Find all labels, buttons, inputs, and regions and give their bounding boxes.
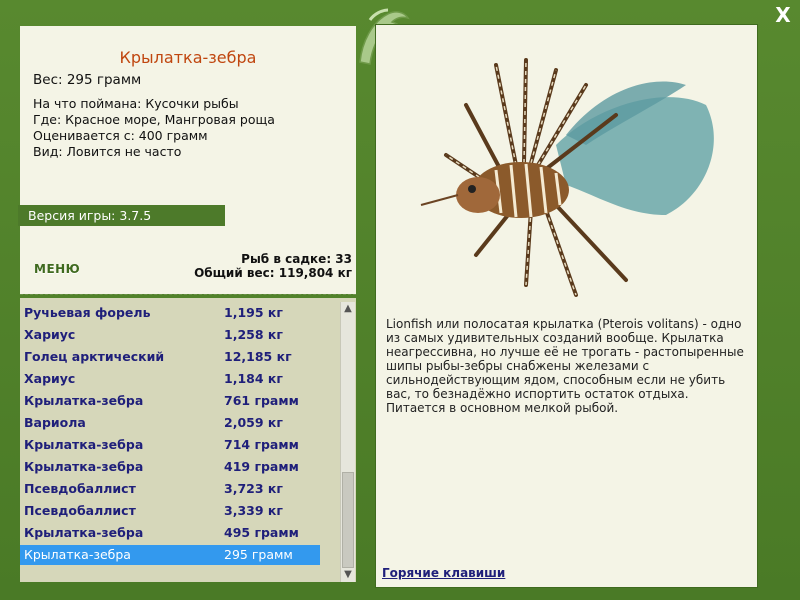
list-item[interactable]: Крылатка-зебра 495 грамм xyxy=(20,523,320,543)
divider xyxy=(20,294,356,295)
list-item[interactable]: Псевдобаллист 3,723 кг xyxy=(20,479,320,499)
list-item-weight: 1,258 кг xyxy=(224,327,283,342)
list-item-name: Хариус xyxy=(24,371,76,386)
fish-rarity: Вид: Ловится не часто xyxy=(33,144,182,159)
total-weight: Общий вес: 119,804 кг xyxy=(194,266,352,280)
fish-location: Где: Красное море, Мангровая роща xyxy=(33,112,275,127)
list-item-weight: 761 грамм xyxy=(224,393,299,408)
list-item-name: Псевдобаллист xyxy=(24,503,136,518)
list-item-weight: 1,184 кг xyxy=(224,371,283,386)
list-item-weight: 495 грамм xyxy=(224,525,299,540)
fish-description: Lionfish или полосатая крылатка (Pterois… xyxy=(386,317,744,415)
list-item[interactable]: Крылатка-зебра 714 грамм xyxy=(20,435,320,455)
list-item-weight: 3,339 кг xyxy=(224,503,283,518)
list-item[interactable]: Крылатка-зебра 295 грамм xyxy=(20,545,320,565)
list-item[interactable]: Хариус 1,184 кг xyxy=(20,369,320,389)
list-item-weight: 1,195 кг xyxy=(224,305,283,320)
list-item[interactable]: Ручьевая форель 1,195 кг xyxy=(20,303,320,323)
fish-valuation: Оценивается с: 400 грамм xyxy=(33,128,208,143)
list-item-name: Крылатка-зебра xyxy=(24,459,144,474)
catch-list[interactable]: Ручьевая форель 1,195 кг Хариус 1,258 кг Гол… xyxy=(20,298,356,582)
hotkeys-link[interactable]: Горячие клавиши xyxy=(382,566,505,580)
fish-detail-panel: Lionfish или полосатая крылатка (Pterois… xyxy=(375,24,758,588)
close-icon: X xyxy=(775,3,791,27)
game-version-bar: Версия игры: 3.7.5 xyxy=(18,205,225,226)
chevron-up-icon[interactable]: ▲ xyxy=(341,302,355,316)
keepnet-stats: Рыб в садке: 33 Общий вес: 119,804 кг xyxy=(194,252,352,280)
list-item-name: Голец арктический xyxy=(24,349,165,364)
fish-weight: Вес: 295 грамм xyxy=(33,72,142,88)
list-item-name: Крылатка-зебра xyxy=(24,437,144,452)
list-item-name: Вариола xyxy=(24,415,86,430)
list-item-name: Псевдобаллист xyxy=(24,481,136,496)
close-button[interactable]: X xyxy=(772,4,794,26)
lionfish-image xyxy=(420,58,714,297)
chevron-down-icon[interactable]: ▼ xyxy=(341,568,355,582)
list-scrollbar[interactable]: ▲ ▼ xyxy=(340,302,355,582)
list-item-weight: 3,723 кг xyxy=(224,481,283,496)
menu-button[interactable]: МЕНЮ xyxy=(34,262,80,276)
fish-title: Крылатка-зебра xyxy=(119,48,257,67)
fish-count: Рыб в садке: 33 xyxy=(241,252,352,266)
list-item-weight: 2,059 кг xyxy=(224,415,283,430)
list-item-weight: 419 грамм xyxy=(224,459,299,474)
list-item-weight: 714 грамм xyxy=(224,437,299,452)
list-item[interactable]: Крылатка-зебра 419 грамм xyxy=(20,457,320,477)
list-item[interactable]: Голец арктический 12,185 кг xyxy=(20,347,320,367)
fish-bait: На что поймана: Кусочки рыбы xyxy=(33,96,239,111)
list-item-weight: 295 грамм xyxy=(224,547,293,562)
scroll-thumb[interactable] xyxy=(342,472,354,568)
list-item[interactable]: Вариола 2,059 кг xyxy=(20,413,320,433)
list-item[interactable]: Крылатка-зебра 761 грамм xyxy=(20,391,320,411)
list-item-weight: 12,185 кг xyxy=(224,349,292,364)
list-item-name: Ручьевая форель xyxy=(24,305,151,320)
list-item[interactable]: Псевдобаллист 3,339 кг xyxy=(20,501,320,521)
list-item-name: Крылатка-зебра xyxy=(24,393,144,408)
list-item-name: Крылатка-зебра xyxy=(24,525,144,540)
list-item-name: Хариус xyxy=(24,327,76,342)
list-item[interactable]: Хариус 1,258 кг xyxy=(20,325,320,345)
list-item-name: Крылатка-зебра xyxy=(24,547,131,562)
